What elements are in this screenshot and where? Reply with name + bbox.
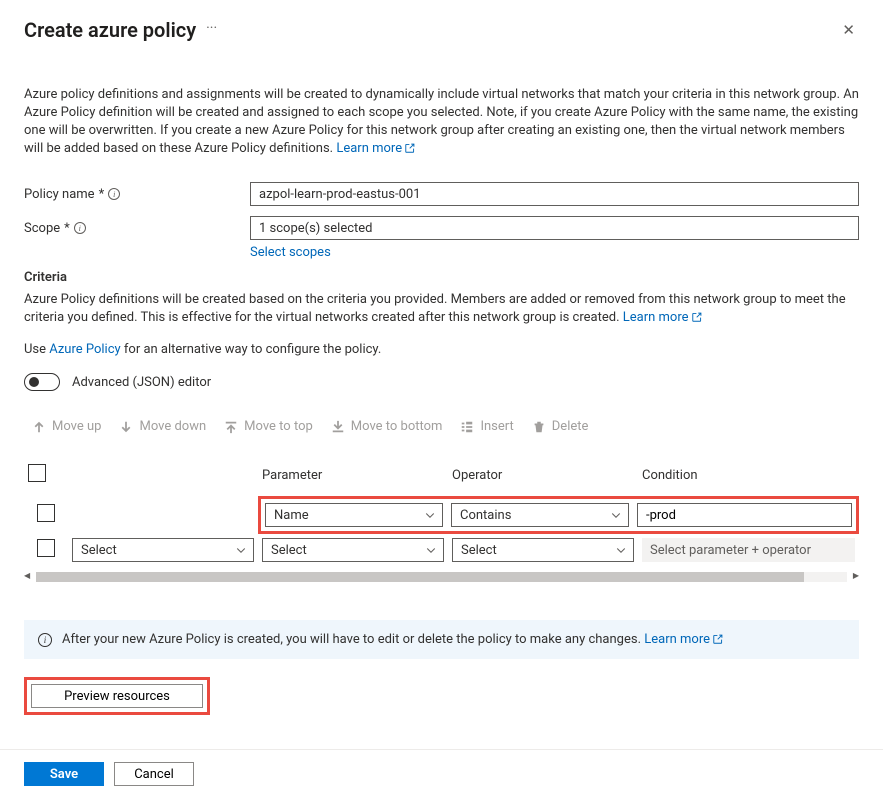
move-to-bottom-button: Move to bottom [331,419,443,434]
condition-disabled: Select parameter + operator [642,538,855,562]
move-down-button: Move down [119,419,206,434]
description-text: Azure policy definitions and assignments… [24,86,859,158]
scope-input[interactable] [250,216,859,240]
learn-more-link[interactable]: Learn more [644,632,723,647]
criteria-toolbar: Move up Move down Move to top Move to bo… [32,419,859,434]
condition-input[interactable] [637,503,852,527]
azure-policy-link[interactable]: Azure Policy [49,342,120,357]
row-checkbox[interactable] [37,539,55,557]
chevron-down-icon [610,509,622,521]
description-body: Azure policy definitions and assignments… [24,87,859,156]
parameter-select[interactable]: Select [262,538,444,562]
delete-button: Delete [532,419,589,434]
arrow-up-icon [32,420,46,434]
select-all-checkbox[interactable] [28,464,46,482]
cancel-button[interactable]: Cancel [114,762,194,786]
chevron-down-icon [235,544,247,556]
row-checkbox[interactable] [37,504,55,522]
learn-more-link[interactable]: Learn more [336,141,415,156]
preview-highlight: Preview resources [24,677,210,715]
criteria-row: Name Contains [24,496,859,534]
scroll-right-icon[interactable]: ▶ [853,571,859,580]
banner-text: After your new Azure Policy is created, … [62,632,641,647]
logic-select[interactable]: Select [72,538,254,562]
chevron-down-icon [425,544,437,556]
advanced-json-label: Advanced (JSON) editor [72,375,211,390]
page-title: Create azure policy [24,18,196,42]
horizontal-scrollbar[interactable]: ◀ ▶ [24,572,859,584]
criteria-text-2: Use Azure Policy for an alternative way … [24,341,859,359]
chevron-down-icon [424,509,436,521]
arrow-to-top-icon [224,420,238,434]
arrow-down-icon [119,420,133,434]
col-operator: Operator [448,458,638,496]
info-icon[interactable]: i [74,222,86,234]
criteria-title: Criteria [24,270,859,285]
advanced-json-toggle[interactable] [24,373,60,391]
close-icon[interactable]: ✕ [838,19,859,42]
policy-name-label: Policy name * i [24,187,250,202]
scope-label: Scope * i [24,221,250,236]
info-icon[interactable]: i [108,188,120,200]
blade-header: Create azure policy ··· ✕ [24,18,859,42]
move-up-button: Move up [32,419,101,434]
insert-icon [460,420,474,434]
chevron-down-icon [615,544,627,556]
info-banner: i After your new Azure Policy is created… [24,620,859,659]
criteria-row: Select Select Select [24,534,859,566]
preview-resources-button[interactable]: Preview resources [31,684,203,708]
operator-select[interactable]: Contains [451,503,629,527]
scroll-left-icon[interactable]: ◀ [24,571,30,580]
move-to-top-button: Move to top [224,419,313,434]
select-scopes-link[interactable]: Select scopes [250,245,331,260]
operator-select[interactable]: Select [452,538,634,562]
parameter-select[interactable]: Name [265,503,443,527]
criteria-table: Parameter Operator Condition Name Contai [24,458,859,566]
col-condition: Condition [638,458,859,496]
criteria-text-1: Azure Policy definitions will be created… [24,291,859,327]
save-button[interactable]: Save [24,762,104,786]
trash-icon [532,420,546,434]
more-icon[interactable]: ··· [206,20,217,40]
policy-name-input[interactable] [250,182,859,206]
footer: Save Cancel [0,749,883,798]
insert-button: Insert [460,419,513,434]
arrow-to-bottom-icon [331,420,345,434]
col-parameter: Parameter [258,458,448,496]
info-icon: i [38,633,52,647]
learn-more-link[interactable]: Learn more [623,310,702,325]
